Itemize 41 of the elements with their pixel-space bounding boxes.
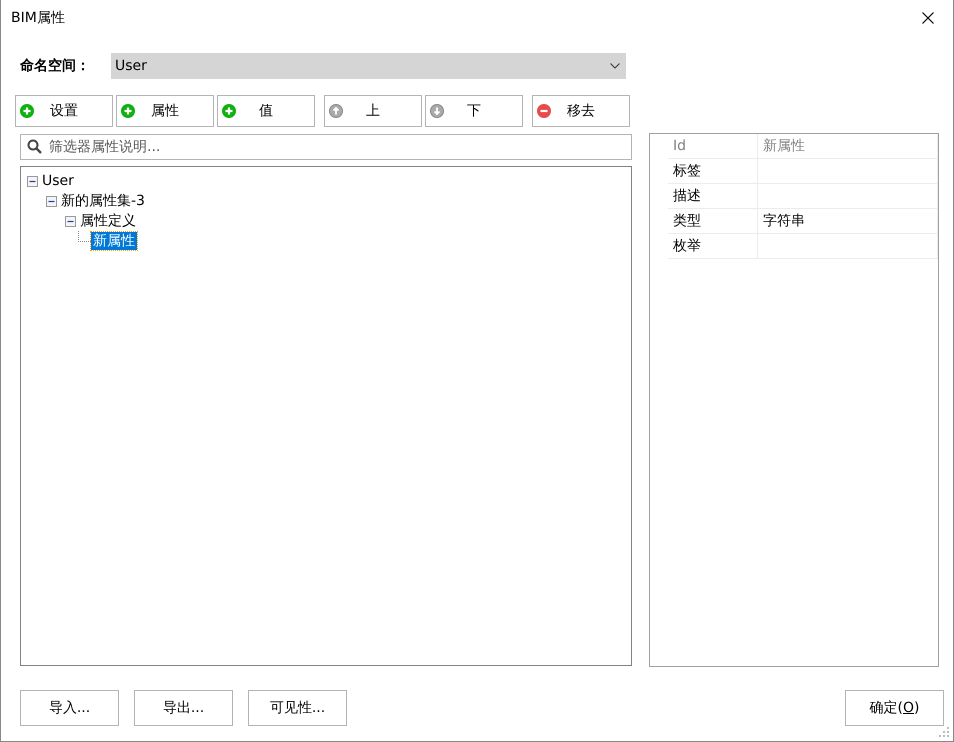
property-value-cell[interactable] [758,159,938,184]
toolbar-button[interactable]: 上 [324,95,422,127]
plus-icon [222,104,236,118]
collapse-icon[interactable] [27,176,38,186]
resize-grip-icon[interactable] [937,725,951,739]
plus-icon [20,104,34,118]
arrow-down-icon [430,104,444,118]
tree-item[interactable]: 新属性 [91,232,137,250]
search-icon [27,139,42,154]
footer-button[interactable]: 导入... [20,690,119,726]
footer-button[interactable]: 可见性... [248,690,347,726]
search-field[interactable]: 筛选器属性说明... [20,134,632,160]
tree-item[interactable]: User [40,173,76,189]
property-value-cell[interactable]: 新属性 [758,134,938,159]
toolbar-button[interactable]: 属性 [116,95,214,127]
property-name-cell: 类型 [668,209,758,234]
property-name-cell: 描述 [668,184,758,209]
toolbar-button[interactable]: 下 [425,95,523,127]
property-name-cell: 枚举 [668,234,758,259]
tree-item[interactable]: 属性定义 [78,212,138,230]
chevron-down-icon [610,63,620,69]
minus-icon [537,104,551,118]
toolbar-button[interactable]: 移去 [532,95,630,127]
collapse-icon[interactable] [65,216,76,226]
property-value-cell[interactable] [758,234,938,259]
property-name-cell: Id [668,134,758,159]
property-name-cell: 标签 [668,159,758,184]
collapse-icon[interactable] [46,196,57,206]
window-title: BIM属性 [11,9,65,27]
close-icon [922,12,934,24]
namespace-label: 命名空间： [20,57,91,75]
plus-icon [121,104,135,118]
toolbar-button[interactable]: 设置 [15,95,113,127]
ok-button[interactable]: 确定(O) [845,690,944,726]
tree-item[interactable]: 新的属性集-3 [59,192,147,210]
footer-button[interactable]: 导出... [134,690,233,726]
property-value-cell[interactable]: 字符串 [758,209,938,234]
namespace-dropdown[interactable]: User [111,53,626,79]
property-value-cell[interactable] [758,184,938,209]
arrow-up-icon [329,104,343,118]
toolbar-button[interactable]: 值 [217,95,315,127]
